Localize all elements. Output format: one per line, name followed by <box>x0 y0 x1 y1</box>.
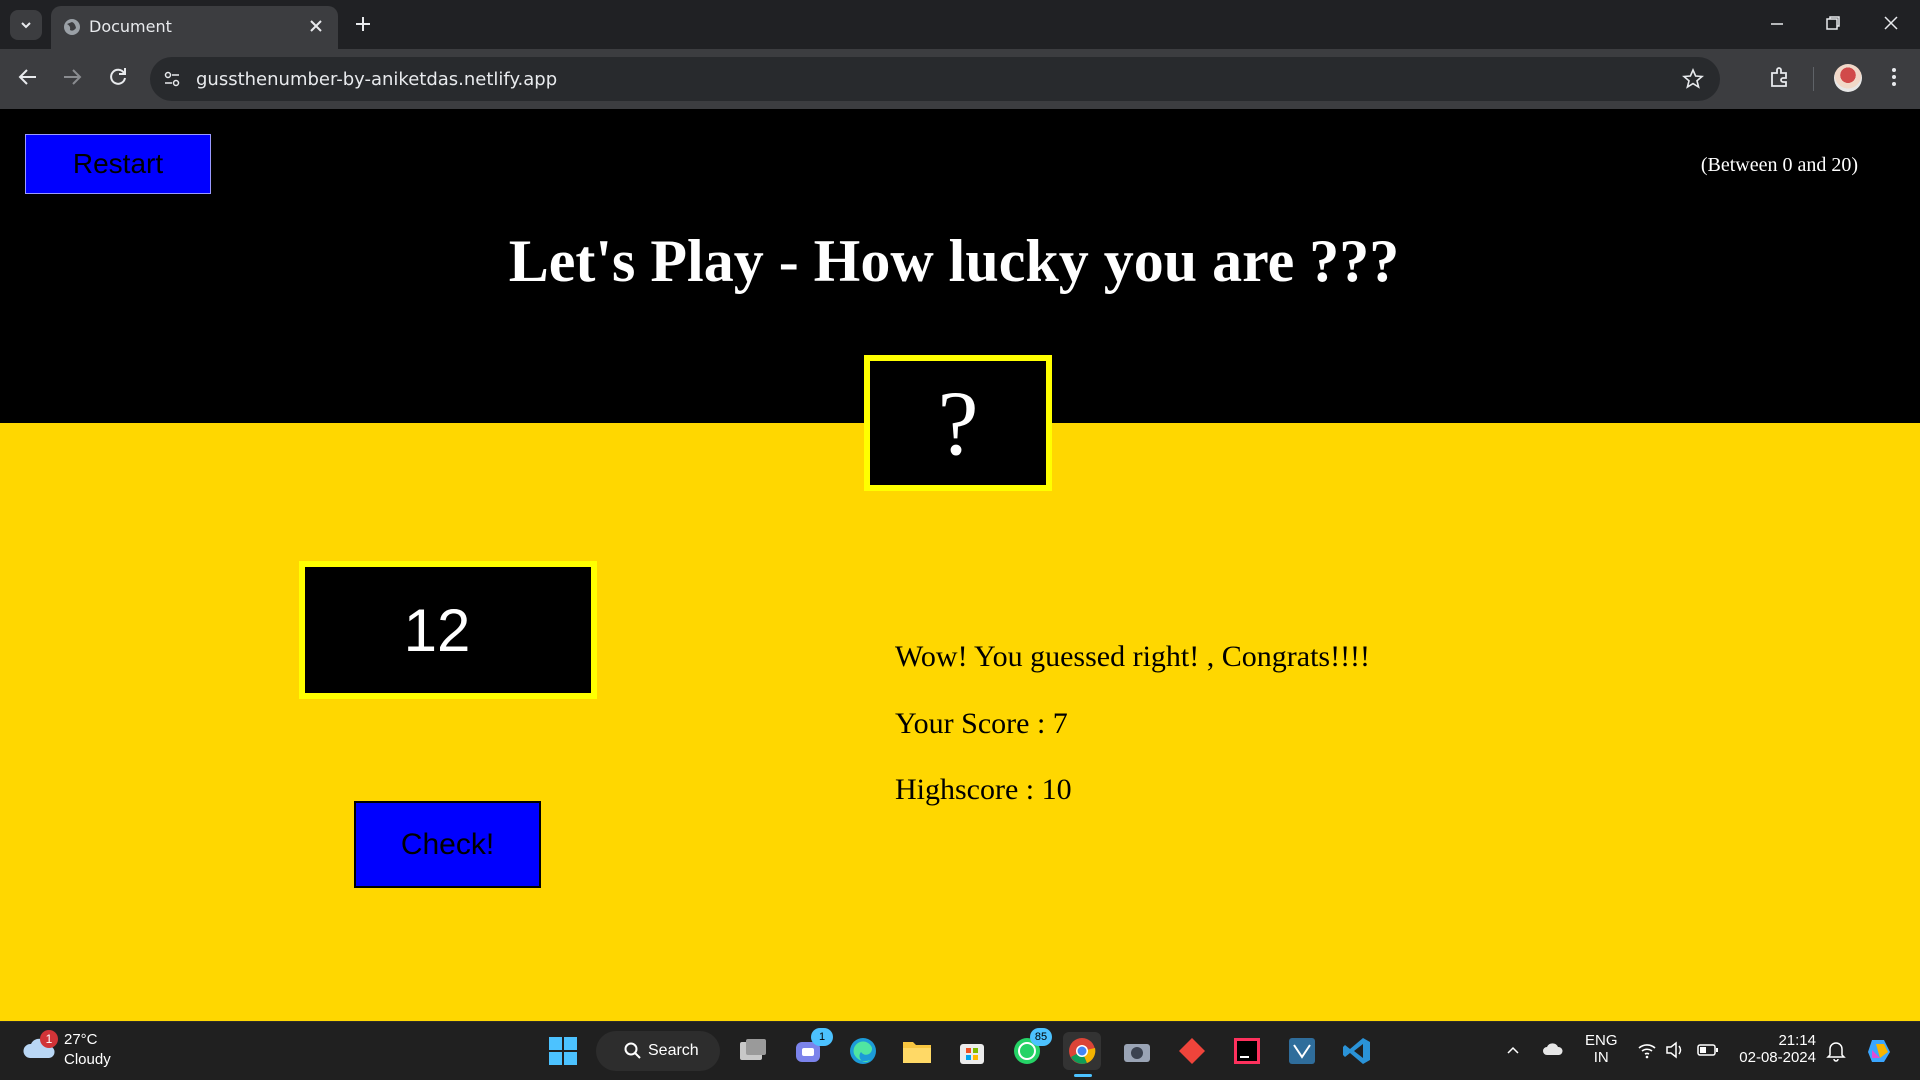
secret-number-box: ? <box>864 355 1052 491</box>
notification-bell-icon[interactable] <box>1826 1040 1846 1062</box>
anydesk-app[interactable] <box>1173 1032 1211 1070</box>
search-label: Search <box>648 1042 699 1059</box>
start-button[interactable] <box>544 1032 582 1070</box>
vscode-app[interactable] <box>1338 1032 1376 1070</box>
language-code: ENG <box>1585 1032 1618 1049</box>
address-bar[interactable]: gussthenumber-by-aniketdas.netlify.app <box>150 57 1720 101</box>
active-app-indicator <box>1074 1074 1092 1077</box>
clock-date: 02-08-2024 <box>1739 1049 1816 1066</box>
bookmark-star-icon[interactable] <box>1682 68 1704 90</box>
file-explorer-app[interactable] <box>898 1032 936 1070</box>
close-tab-icon[interactable] <box>308 18 324 34</box>
store-app[interactable] <box>953 1032 991 1070</box>
task-view-button[interactable] <box>734 1032 772 1070</box>
intellij-icon <box>1234 1038 1260 1064</box>
minimize-icon[interactable] <box>1768 14 1786 32</box>
chrome-app[interactable] <box>1063 1032 1101 1070</box>
check-button[interactable]: Check! <box>354 801 541 888</box>
store-icon <box>960 1044 984 1064</box>
game-page: Restart (Between 0 and 20) Let's Play - … <box>0 109 1920 1021</box>
restart-button[interactable]: Restart <box>25 134 211 194</box>
region-code: IN <box>1593 1049 1609 1066</box>
weather-description: Cloudy <box>64 1051 111 1068</box>
windows-taskbar: 1 27°C Cloudy Search 1 85 ENG IN 21:14 0… <box>0 1021 1920 1080</box>
camera-icon <box>1124 1044 1150 1062</box>
browser-tab-active[interactable]: Document <box>51 6 338 49</box>
close-window-icon[interactable] <box>1882 14 1900 32</box>
volume-icon[interactable] <box>1665 1041 1685 1059</box>
teams-app[interactable]: 1 <box>789 1028 833 1070</box>
range-hint: (Between 0 and 20) <box>1700 154 1858 176</box>
edge-app[interactable] <box>844 1032 882 1070</box>
whatsapp-badge: 85 <box>1030 1028 1052 1046</box>
clock[interactable]: 21:14 02-08-2024 <box>1736 1032 1816 1066</box>
new-tab-icon[interactable] <box>353 14 373 34</box>
chrome-icon <box>1069 1038 1096 1064</box>
onedrive-icon[interactable] <box>1542 1040 1564 1058</box>
extensions-puzzle-icon[interactable] <box>1768 65 1792 89</box>
windows-logo-icon <box>549 1037 577 1065</box>
mysql-workbench-app[interactable] <box>1283 1032 1321 1070</box>
page-title: Let's Play - How lucky you are ??? <box>508 228 1400 294</box>
chevron-down-icon <box>21 22 31 29</box>
wifi-icon[interactable] <box>1637 1041 1657 1059</box>
vscode-icon <box>1343 1038 1370 1064</box>
search-icon <box>624 1042 641 1059</box>
clock-time: 21:14 <box>1778 1032 1816 1049</box>
site-info-icon[interactable] <box>162 69 182 89</box>
browser-tab-bar: Document <box>0 0 1920 49</box>
guess-input[interactable] <box>299 561 597 699</box>
reload-icon[interactable] <box>106 65 130 89</box>
browser-toolbar: gussthenumber-by-aniketdas.netlify.app <box>0 49 1920 109</box>
restore-icon[interactable] <box>1824 14 1842 32</box>
anydesk-icon <box>1179 1038 1205 1064</box>
highscore-text: Highscore : 10 <box>895 773 1072 806</box>
result-message: Wow! You guessed right! , Congrats!!!! <box>895 640 1371 673</box>
battery-icon[interactable] <box>1697 1042 1719 1058</box>
weather-temperature: 27°C <box>64 1031 98 1048</box>
teams-badge: 1 <box>811 1028 833 1046</box>
camera-app[interactable] <box>1118 1032 1156 1070</box>
edge-icon <box>850 1038 876 1064</box>
tab-search-button[interactable] <box>10 10 42 40</box>
more-menu-icon[interactable] <box>1882 65 1906 89</box>
profile-avatar[interactable] <box>1834 64 1862 92</box>
mysql-workbench-icon <box>1289 1038 1315 1064</box>
toolbar-divider <box>1813 67 1814 91</box>
folder-icon <box>903 1042 931 1063</box>
tab-title: Document <box>89 17 172 36</box>
weather-badge: 1 <box>40 1030 58 1048</box>
task-view-icon <box>740 1039 766 1060</box>
whatsapp-app[interactable]: 85 <box>1008 1028 1052 1070</box>
globe-icon <box>64 19 80 35</box>
intellij-app[interactable] <box>1228 1032 1266 1070</box>
score-text: Your Score : 7 <box>895 707 1068 740</box>
copilot-icon[interactable] <box>1864 1036 1894 1066</box>
language-indicator[interactable]: ENG IN <box>1585 1032 1618 1066</box>
back-arrow-icon[interactable] <box>16 65 40 89</box>
taskbar-search[interactable]: Search <box>596 1031 720 1071</box>
url-text: gussthenumber-by-aniketdas.netlify.app <box>196 69 558 90</box>
chevron-up-icon[interactable] <box>1505 1042 1521 1058</box>
forward-arrow-icon[interactable] <box>60 65 84 89</box>
